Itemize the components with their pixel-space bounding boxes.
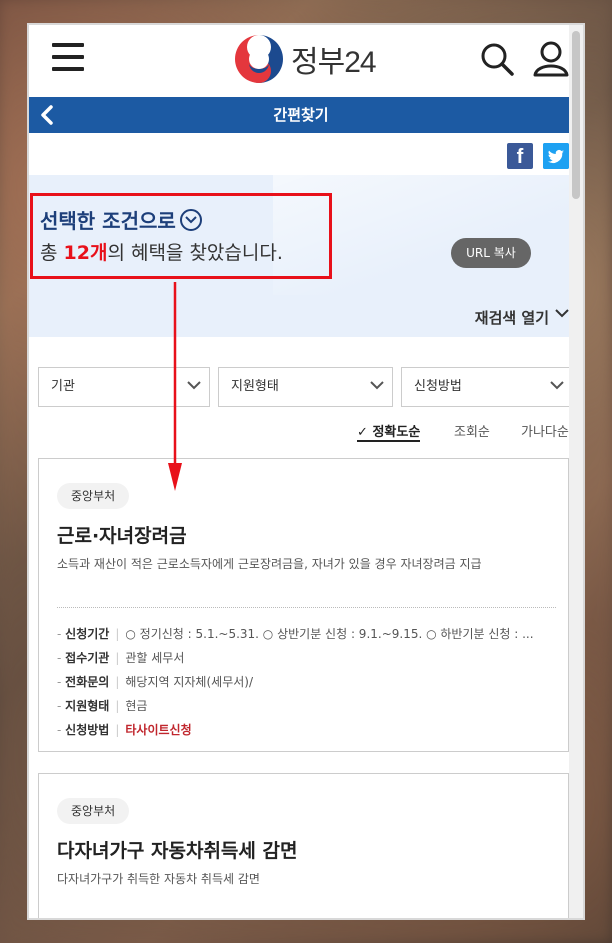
card-info-list: 신청기간|○ 정기신청 : 5.1.~5.31. ○ 상반기분 신청 : 9.1… bbox=[57, 623, 534, 743]
search-icon[interactable] bbox=[479, 41, 515, 77]
card-title[interactable]: 다자녀가구 자동차취득세 감면 bbox=[57, 836, 297, 863]
sort-options: ✓ 정확도순 조회순 가나다순 bbox=[29, 421, 573, 443]
filter-agency-label: 기관 bbox=[51, 379, 75, 394]
info-label: 지원형태 bbox=[57, 695, 109, 719]
info-value: ○ 정기신청 : 5.1.~5.31. ○ 상반기분 신청 : 9.1.~9.1… bbox=[125, 627, 534, 641]
chevron-down-icon bbox=[550, 381, 564, 390]
info-row-period: 신청기간|○ 정기신청 : 5.1.~5.31. ○ 상반기분 신청 : 9.1… bbox=[57, 623, 534, 647]
info-value: 관할 세무서 bbox=[125, 651, 185, 665]
logo-text: 정부24 bbox=[291, 46, 377, 79]
info-value-link[interactable]: 타사이트신청 bbox=[125, 719, 191, 743]
card-title[interactable]: 근로·자녀장려금 bbox=[57, 521, 187, 548]
info-row-office: 접수기관|관할 세무서 bbox=[57, 647, 534, 671]
page-navbar: 간편찾기 bbox=[29, 97, 573, 133]
share-row: f bbox=[29, 133, 573, 175]
info-label: 접수기관 bbox=[57, 647, 109, 671]
benefit-card[interactable]: 중앙부처 다자녀가구 자동차취득세 감면 다자녀가구가 취득한 자동차 취득세 … bbox=[38, 773, 569, 918]
check-icon: ✓ bbox=[357, 425, 368, 440]
info-label: 신청방법 bbox=[57, 719, 109, 743]
sort-views[interactable]: 조회순 bbox=[454, 421, 490, 440]
info-value: 해당지역 지자체(세무서)/ bbox=[125, 675, 253, 689]
url-copy-button[interactable]: URL 복사 bbox=[451, 238, 531, 268]
mobile-viewport: 정부24 간편찾기 f 선택한 조건으로 총 12개의 혜택을 찾았습니다. U… bbox=[27, 23, 585, 920]
page-title: 간편찾기 bbox=[273, 106, 329, 124]
divider bbox=[57, 607, 556, 608]
taegeuk-logo-icon bbox=[235, 35, 283, 83]
card-description: 다자녀가구가 취득한 자동차 취득세 감면 bbox=[57, 872, 260, 886]
scrollbar[interactable] bbox=[569, 25, 583, 918]
filter-apply-method-select[interactable]: 신청방법 bbox=[401, 367, 573, 407]
top-header: 정부24 bbox=[29, 25, 573, 97]
chevron-down-icon bbox=[187, 381, 201, 390]
twitter-icon[interactable] bbox=[543, 143, 569, 169]
info-row-apply-method: 신청방법|타사이트신청 bbox=[57, 719, 534, 743]
sort-alphabetical[interactable]: 가나다순 bbox=[521, 421, 569, 440]
user-icon[interactable] bbox=[531, 39, 571, 79]
chevron-down-icon[interactable] bbox=[555, 309, 569, 319]
sort-accuracy-label: 정확도순 bbox=[372, 425, 421, 440]
filter-support-type-label: 지원형태 bbox=[231, 379, 279, 394]
card-description: 소득과 재산이 적은 근로소득자에게 근로장려금을, 자녀가 있을 경우 자녀장… bbox=[57, 557, 482, 571]
info-row-contact: 전화문의|해당지역 지자체(세무서)/ bbox=[57, 671, 534, 695]
info-label: 신청기간 bbox=[57, 623, 109, 647]
annotation-highlight-box bbox=[30, 193, 332, 279]
filter-row: 기관 지원형태 신청방법 bbox=[29, 367, 573, 407]
research-toggle[interactable]: 재검색 열기 bbox=[475, 307, 549, 328]
info-label: 전화문의 bbox=[57, 671, 109, 695]
filter-agency-select[interactable]: 기관 bbox=[38, 367, 210, 407]
info-row-support-type: 지원형태|현금 bbox=[57, 695, 534, 719]
category-badge: 중앙부처 bbox=[57, 483, 130, 509]
research-row: 재검색 열기 bbox=[29, 295, 573, 337]
category-badge: 중앙부처 bbox=[57, 798, 130, 824]
filter-support-type-select[interactable]: 지원형태 bbox=[218, 367, 393, 407]
filter-apply-method-label: 신청방법 bbox=[414, 379, 462, 394]
scrollbar-thumb[interactable] bbox=[572, 31, 580, 199]
sort-accuracy[interactable]: ✓ 정확도순 bbox=[357, 421, 421, 442]
chevron-down-icon bbox=[370, 381, 384, 390]
hamburger-icon[interactable] bbox=[52, 43, 84, 71]
info-value: 현금 bbox=[125, 699, 148, 713]
benefit-card[interactable]: 중앙부처 근로·자녀장려금 소득과 재산이 적은 근로소득자에게 근로장려금을,… bbox=[38, 458, 569, 752]
facebook-icon[interactable]: f bbox=[507, 143, 533, 169]
site-logo[interactable]: 정부24 bbox=[233, 33, 377, 85]
